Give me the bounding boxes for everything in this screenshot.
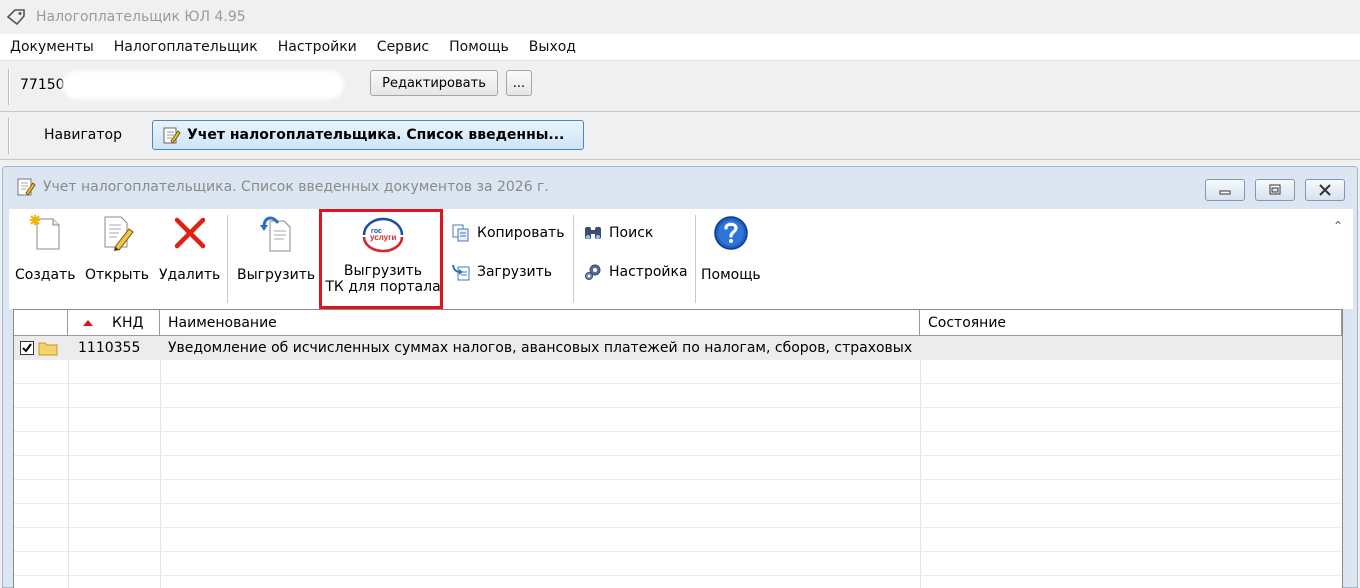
grid-line <box>14 407 1342 408</box>
edit-button[interactable]: Редактировать <box>370 70 498 96</box>
window-title: Налогоплательщик ЮЛ 4.95 <box>36 9 246 25</box>
column-header-select[interactable] <box>14 310 68 336</box>
table-row[interactable]: 1110355 Уведомление об исчисленных сумма… <box>14 336 1342 360</box>
import-label: Загрузить <box>477 264 553 280</box>
restore-icon <box>1269 184 1281 195</box>
child-window-title: Учет налогоплательщика. Список введенных… <box>43 179 549 195</box>
folder-icon <box>38 342 58 356</box>
column-header-knd[interactable]: КНД <box>68 310 160 336</box>
navigator-button[interactable]: Навигатор <box>44 127 122 143</box>
close-button[interactable] <box>1305 179 1345 201</box>
menu-exit[interactable]: Выход <box>529 39 576 55</box>
help-icon <box>714 216 748 250</box>
column-label: Состояние <box>928 315 1007 331</box>
app-icon <box>6 7 26 27</box>
document-list-window: Учет налогоплательщика. Список введенных… <box>2 166 1358 588</box>
menu-documents[interactable]: Документы <box>10 39 94 55</box>
minimize-button[interactable] <box>1205 179 1245 201</box>
search-button[interactable]: Поиск <box>583 223 653 243</box>
toolbar-separator <box>573 215 574 303</box>
create-button[interactable]: Создать <box>15 213 75 283</box>
table-header: КНД Наименование Состояние <box>14 310 1342 336</box>
grid-line <box>160 360 161 588</box>
minimize-icon <box>1219 190 1231 195</box>
search-label: Поиск <box>609 225 654 241</box>
grid-line <box>14 455 1342 456</box>
open-button[interactable]: Открыть <box>85 213 149 283</box>
edit-document-icon <box>163 127 181 144</box>
edit-document-icon <box>17 178 36 196</box>
help-button[interactable]: Помощь <box>701 213 761 283</box>
grid-line <box>14 503 1342 504</box>
toolbar-grip[interactable] <box>8 118 10 154</box>
binoculars-icon <box>585 227 601 239</box>
settings-button[interactable]: Настройка <box>583 262 688 282</box>
ribbon-toolbar: Создать Открыть Удалить Выгрузить гос ус… <box>9 209 1353 309</box>
row-select-cell <box>20 336 70 360</box>
export-button[interactable]: Выгрузить <box>237 213 315 283</box>
tab-document-list[interactable]: Учет налогоплательщика. Список введенны.… <box>152 120 584 150</box>
toolbar-separator <box>227 215 228 303</box>
menu-taxpayer[interactable]: Налогоплательщик <box>114 39 258 55</box>
status-cell <box>928 336 1338 360</box>
restore-button[interactable] <box>1255 179 1295 201</box>
copy-label: Копировать <box>477 225 565 241</box>
knd-cell: 1110355 <box>78 340 141 356</box>
documents-table: КНД Наименование Состояние 1110355 Уведо… <box>13 309 1343 588</box>
child-title-bar: Учет налогоплательщика. Список введенных… <box>3 167 1357 207</box>
taxpayer-bar: 77150 <box>0 60 1360 112</box>
column-label: КНД <box>112 315 144 331</box>
toolbar-separator <box>695 215 696 303</box>
help-label: Помощь <box>701 267 761 283</box>
new-document-icon <box>30 215 60 250</box>
grid-line <box>14 575 1342 576</box>
grid-line <box>14 479 1342 480</box>
column-header-status[interactable]: Состояние <box>920 310 1342 336</box>
sort-asc-icon <box>83 320 93 326</box>
navigator-bar: Навигатор Учет налогоплательщика. Список… <box>0 112 1360 160</box>
export-document-icon <box>260 216 291 252</box>
grid-line <box>14 527 1342 528</box>
delete-label: Удалить <box>159 267 221 283</box>
menu-service[interactable]: Сервис <box>377 39 429 55</box>
copy-icon <box>452 224 469 242</box>
import-icon <box>452 264 470 281</box>
settings-label: Настройка <box>609 264 688 280</box>
highlight-box <box>319 209 443 309</box>
grid-line <box>14 551 1342 552</box>
redacted-area <box>200 79 220 93</box>
create-label: Создать <box>15 267 76 283</box>
taxpayer-inn: 77150 <box>20 77 65 93</box>
grid-line <box>920 360 921 588</box>
delete-button[interactable]: Удалить <box>159 213 220 283</box>
export-label: Выгрузить <box>237 267 316 283</box>
gear-icon <box>585 264 601 280</box>
close-icon <box>1319 184 1331 196</box>
tab-label: Учет налогоплательщика. Список введенны.… <box>187 127 565 143</box>
copy-button[interactable]: Копировать <box>451 223 564 243</box>
checkmark-icon <box>22 343 32 353</box>
grid-line <box>68 360 69 588</box>
menu-help[interactable]: Помощь <box>449 39 509 55</box>
toolbar-grip[interactable] <box>8 69 10 105</box>
open-label: Открыть <box>85 267 149 283</box>
grid-line <box>14 383 1342 384</box>
column-label: Наименование <box>168 315 277 331</box>
more-button[interactable]: ... <box>506 70 532 96</box>
column-header-name[interactable]: Наименование <box>160 310 920 336</box>
grid-line <box>14 431 1342 432</box>
grid-line <box>1342 360 1343 588</box>
edit-document-icon <box>104 216 134 251</box>
collapse-ribbon-icon[interactable]: ⌃ <box>1333 219 1343 233</box>
title-bar: Налогоплательщик ЮЛ 4.95 <box>0 0 1360 34</box>
menu-settings[interactable]: Настройки <box>278 39 357 55</box>
delete-x-icon <box>174 217 205 249</box>
import-button[interactable]: Загрузить <box>451 262 552 282</box>
name-cell: Уведомление об исчисленных суммах налого… <box>168 340 918 356</box>
menu-bar: Документы Налогоплательщик Настройки Сер… <box>0 34 1360 60</box>
row-checkbox[interactable] <box>20 341 34 355</box>
